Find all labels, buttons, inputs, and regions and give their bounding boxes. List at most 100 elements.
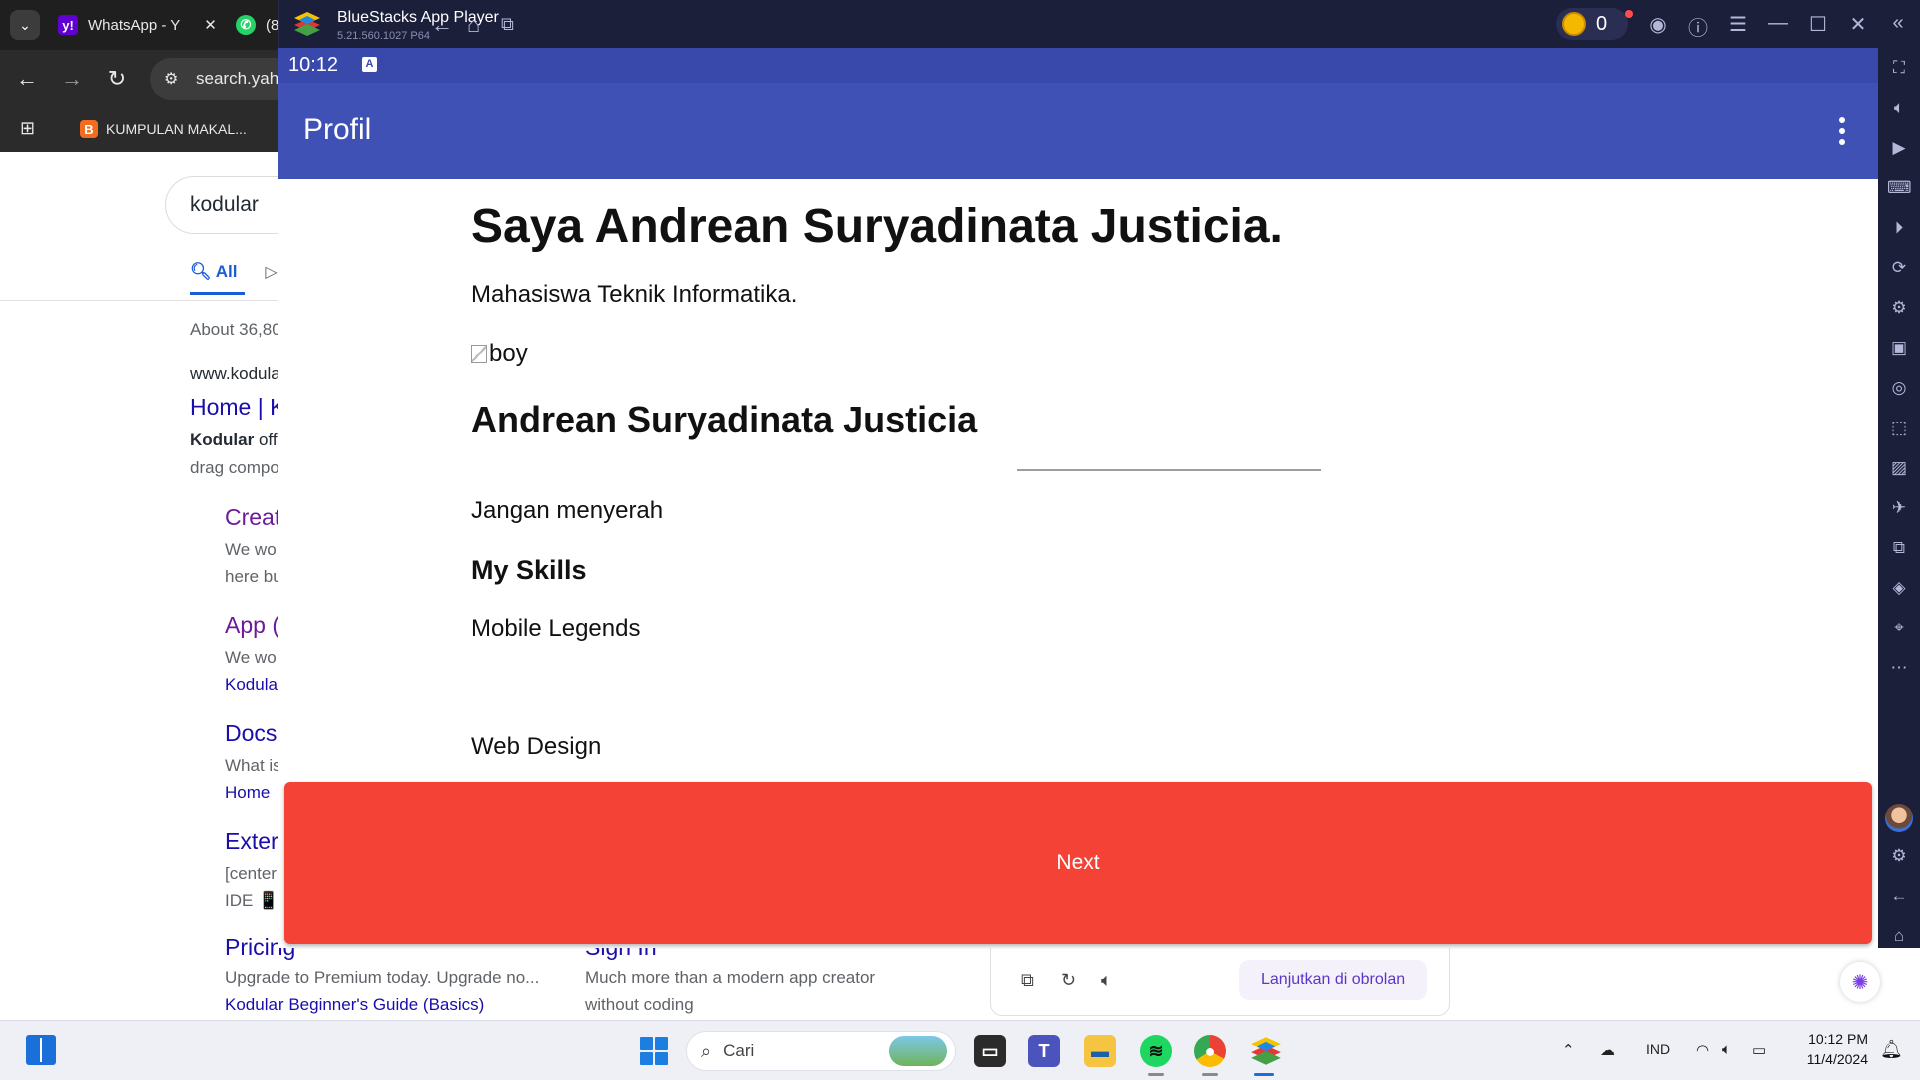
forward-button[interactable]: → <box>55 62 89 96</box>
taskbar-search[interactable]: ⌕ Cari <box>686 1031 956 1071</box>
settings-icon[interactable]: ⚙ <box>1887 844 1911 868</box>
more-icon[interactable]: ⋯ <box>1887 656 1911 680</box>
sublink-title[interactable]: Docs <box>225 720 277 747</box>
media-icon[interactable]: ▶ <box>1887 136 1911 160</box>
divider <box>1017 469 1321 471</box>
recent-apps-icon[interactable]: ⧉ <box>501 14 514 35</box>
result-title[interactable]: Home | K <box>190 394 285 421</box>
copy-icon[interactable]: ⧉ <box>1021 970 1034 991</box>
spotify-icon[interactable]: ≋ <box>1140 1035 1172 1067</box>
refresh-icon[interactable]: ↻ <box>1061 970 1076 991</box>
volume-icon[interactable]: 🔈︎ <box>1722 1041 1731 1058</box>
help-icon[interactable]: ⓘ <box>1685 12 1711 41</box>
onedrive-icon[interactable]: ☁ <box>1600 1041 1615 1059</box>
location-icon[interactable]: ⌖ <box>1887 616 1911 640</box>
sublink-line: What is <box>225 756 282 775</box>
sublink-title[interactable]: Creat <box>225 504 281 531</box>
coin-count: 0 <box>1596 12 1608 35</box>
crop-icon[interactable]: ⬚ <box>1887 416 1911 440</box>
bookmark-kumpulan-makalah[interactable]: B KUMPULAN MAKAL... <box>80 120 247 138</box>
sublink-line[interactable]: Kodula <box>225 675 278 695</box>
chevron-up-icon[interactable]: ⌃ <box>1562 1041 1575 1059</box>
screenshot-icon[interactable]: ◎ <box>1887 376 1911 400</box>
tab-search-button[interactable]: ⌄ <box>10 10 40 40</box>
search-icon: ⌕ <box>701 1040 712 1061</box>
skill-item: Web Design <box>471 733 602 760</box>
site-info-icon[interactable]: ⚙ <box>164 69 178 89</box>
fullscreen-icon[interactable]: ⛶ <box>1887 56 1911 80</box>
tab-label: WhatsApp - Y <box>88 16 181 34</box>
profile-image: boy <box>471 340 528 368</box>
coins-badge[interactable]: 0 <box>1556 8 1628 40</box>
minimize-icon[interactable]: — <box>1765 12 1791 35</box>
account-icon[interactable]: ◉ <box>1645 12 1671 37</box>
language-indicator[interactable]: IND <box>1646 1041 1670 1057</box>
collapse-sidebar-icon[interactable]: « <box>1885 12 1911 35</box>
reload-icon: ↻ <box>107 66 127 91</box>
chrome-icon[interactable]: ● <box>1194 1035 1226 1067</box>
record-icon[interactable]: ⏵ <box>1887 216 1911 240</box>
search-icon: 🔍︎ <box>190 262 216 281</box>
continue-chat-button[interactable]: Lanjutkan di obrolan <box>1239 960 1428 1000</box>
eco-mode-icon[interactable]: ◈ <box>1887 576 1911 600</box>
multi-instance-icon[interactable]: ⧉ <box>1887 536 1911 560</box>
apps-grid-icon[interactable]: ⊞ <box>20 118 35 139</box>
airplane-icon[interactable]: ✈ <box>1887 496 1911 520</box>
play-icon[interactable]: ▷ <box>265 262 277 295</box>
sublink-line[interactable]: Home <box>225 783 270 803</box>
next-button[interactable]: Next <box>284 782 1872 944</box>
bluestacks-logo-icon <box>294 12 320 36</box>
menu-icon[interactable]: ☰ <box>1725 12 1751 37</box>
tab-whatsapp-yahoo[interactable]: y! WhatsApp - Y ✕ <box>58 8 217 42</box>
back-icon[interactable]: ← <box>431 12 453 38</box>
app-bar: Profil <box>278 83 1878 179</box>
android-status-bar: 10:12 A <box>278 48 1878 83</box>
tab-whatsapp[interactable]: ✆ (8 <box>236 8 279 42</box>
arrow-right-icon: → <box>61 66 83 91</box>
tab-all-label: All <box>215 262 238 281</box>
search-query: kodular <box>190 193 259 216</box>
yahoo-icon: y! <box>58 15 78 35</box>
task-view-icon[interactable]: ▭ <box>974 1035 1006 1067</box>
macro-icon[interactable]: ⚙ <box>1887 296 1911 320</box>
pricing-guide-link[interactable]: Kodular Beginner's Guide (Basics) <box>225 995 484 1015</box>
search-highlight-icon <box>889 1036 947 1066</box>
widgets-icon[interactable] <box>26 1035 56 1065</box>
close-icon[interactable]: ✕ <box>1845 12 1871 37</box>
overflow-menu-icon[interactable] <box>1832 113 1852 149</box>
start-button[interactable] <box>640 1037 668 1065</box>
avatar[interactable] <box>1885 804 1913 832</box>
wifi-icon[interactable]: ◠ <box>1696 1041 1709 1059</box>
sublink-title[interactable]: App ( <box>225 612 280 639</box>
file-explorer-icon[interactable]: ▬ <box>1084 1035 1116 1067</box>
android-back-icon[interactable]: ← <box>1887 884 1911 908</box>
teams-icon[interactable]: T <box>1028 1035 1060 1067</box>
clock[interactable]: 10:12 PM 11/4/2024 <box>1780 1029 1868 1069</box>
ai-assistant-icon[interactable]: ✺ <box>1840 962 1880 1002</box>
bluestacks-taskbar-icon[interactable] <box>1250 1035 1282 1067</box>
home-icon[interactable]: ⌂ <box>467 12 480 38</box>
notification-dot <box>1625 10 1633 18</box>
sublink-title[interactable]: Exter <box>225 828 279 855</box>
status-time: 10:12 <box>288 54 339 76</box>
battery-icon[interactable]: ▭ <box>1752 1041 1766 1059</box>
windows-taskbar: ⌕ Cari ▭ T ▬ ≋ ● ⌃ ☁ IND ◠ 🔈︎ ▭ 10:12 PM… <box>0 1020 1920 1080</box>
keyboard-icon[interactable]: ⌨ <box>1887 176 1912 200</box>
notification-bell-icon[interactable]: 🔔︎ <box>1880 1039 1903 1060</box>
back-button[interactable]: ← <box>10 62 44 96</box>
chevron-down-icon: ⌄ <box>19 16 31 33</box>
maximize-icon[interactable]: ☐ <box>1805 12 1831 37</box>
android-home-icon[interactable]: ⌂ <box>1887 924 1911 948</box>
reload-button[interactable]: ↻ <box>100 62 134 96</box>
apk-icon[interactable]: ▣ <box>1887 336 1911 360</box>
speaker-icon[interactable]: 🔈︎ <box>1101 970 1112 991</box>
volume-icon[interactable]: 🔈︎ <box>1887 96 1911 120</box>
result-snippet: Kodular off <box>190 430 278 450</box>
result-url[interactable]: www.kodula <box>190 364 281 384</box>
sublink-line: We wo <box>225 648 277 667</box>
gallery-icon[interactable]: ▨ <box>1887 456 1911 480</box>
close-icon[interactable]: ✕ <box>204 16 217 34</box>
tab-all[interactable]: 🔍︎ All <box>190 262 246 295</box>
rotate-icon[interactable]: ⟳ <box>1887 256 1911 280</box>
profile-content: Saya Andrean Suryadinata Justicia. Mahas… <box>278 179 1878 827</box>
